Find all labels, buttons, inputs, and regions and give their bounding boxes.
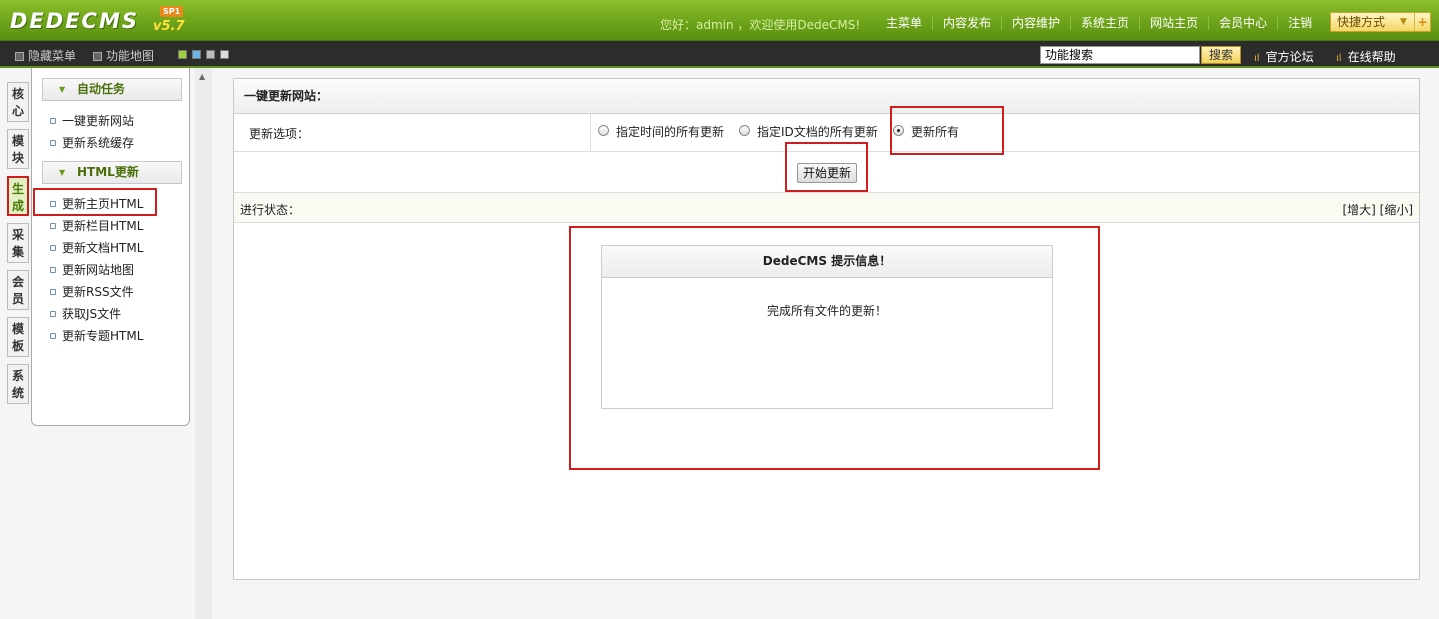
radio-id-updates[interactable]: 指定ID文档的所有更新: [739, 123, 878, 140]
bullet-icon: [50, 223, 56, 229]
highlight-box: [785, 142, 868, 192]
nav-logout[interactable]: 注销: [1277, 16, 1322, 30]
group-html-update[interactable]: ▼ HTML更新: [42, 161, 182, 184]
left-menu-panel: ▼ 自动任务 一键更新网站 更新系统缓存 ▼ HTML更新 更新主页HTML 更新栏…: [31, 68, 190, 426]
menu-item-update-sitemap[interactable]: 更新网站地图: [50, 261, 134, 278]
theme-swatch-blue[interactable]: [192, 50, 201, 59]
menu-item-label: 更新专题HTML: [62, 329, 144, 343]
scroll-up-arrow-icon[interactable]: ▲: [199, 72, 205, 81]
online-help-link[interactable]: ıl 在线帮助: [1336, 48, 1396, 65]
nav-content-publish[interactable]: 内容发布: [932, 16, 1001, 30]
group-title: 自动任务: [77, 82, 126, 96]
menu-item-label: 更新系统缓存: [62, 136, 135, 150]
signal-icon: ıl: [1336, 53, 1342, 64]
menu-item-label: 更新网站地图: [62, 263, 135, 277]
sub-toolbar: 隐藏菜单 功能地图 功能搜索 搜索 ıl 官方论坛 ıl 在线帮助: [0, 41, 1439, 68]
menu-item-update-rss[interactable]: 更新RSS文件: [50, 283, 134, 300]
top-nav: 主菜单 内容发布 内容维护 系统主页 网站主页 会员中心 注销: [876, 16, 1322, 30]
bullet-icon: [50, 289, 56, 295]
page-title: 一键更新网站：: [234, 79, 1419, 114]
bullet-icon: [50, 118, 56, 124]
official-forum-link[interactable]: ıl 官方论坛: [1254, 48, 1314, 65]
panel-icon: [15, 52, 24, 61]
function-map-label: 功能地图: [106, 49, 155, 63]
online-help-label: 在线帮助: [1347, 50, 1396, 64]
nav-content-maintain[interactable]: 内容维护: [1001, 16, 1070, 30]
radio-circle[interactable]: [739, 125, 750, 136]
group-title: HTML更新: [77, 165, 139, 179]
menu-item-label: 一键更新网站: [62, 114, 135, 128]
bullet-icon: [50, 267, 56, 273]
tab-module[interactable]: 模块: [7, 129, 29, 169]
bullet-icon: [50, 333, 56, 339]
status-label: 进行状态：: [240, 203, 301, 217]
menu-item-update-doc-html[interactable]: 更新文档HTML: [50, 239, 143, 256]
theme-swatch-gray[interactable]: [206, 50, 215, 59]
menu-item-label: 更新RSS文件: [62, 285, 134, 299]
version-label: v5.7: [153, 19, 185, 34]
menu-item-update-cache[interactable]: 更新系统缓存: [50, 134, 134, 151]
theme-swatch-green[interactable]: [178, 50, 187, 59]
top-header: DEDECMS SP1 v5.7 您好：admin ，欢迎使用DedeCMS! …: [0, 0, 1439, 41]
menu-item-label: 更新文档HTML: [62, 241, 144, 255]
collapse-triangle-icon: ▼: [59, 85, 66, 94]
module-tabs: 核心 模块 生成 采集 会员 模板 系统: [7, 82, 29, 411]
sp-badge: SP1: [160, 6, 184, 17]
official-forum-label: 官方论坛: [1265, 50, 1314, 64]
zoom-controls[interactable]: [增大] [缩小]: [1342, 201, 1413, 218]
greeting-text: 您好：admin ，欢迎使用DedeCMS!: [660, 18, 861, 32]
nav-member-center[interactable]: 会员中心: [1208, 16, 1277, 30]
bullet-icon: [50, 140, 56, 146]
highlight-box: [569, 226, 1100, 470]
nav-site-home[interactable]: 网站主页: [1139, 16, 1208, 30]
function-map-button[interactable]: 功能地图: [93, 47, 154, 64]
tab-member[interactable]: 会员: [7, 270, 29, 310]
radio-label: 指定时间的所有更新: [616, 125, 725, 139]
radio-time-updates[interactable]: 指定时间的所有更新: [598, 123, 724, 140]
radio-circle[interactable]: [598, 125, 609, 136]
quick-access-label: 快捷方式: [1337, 15, 1386, 29]
plus-icon[interactable]: +: [1414, 13, 1430, 31]
status-row: 进行状态： [增大] [缩小]: [234, 193, 1419, 223]
menu-item-label: 更新栏目HTML: [62, 219, 144, 233]
quick-access-dropdown[interactable]: 快捷方式 ▼ +: [1330, 12, 1431, 32]
search-button[interactable]: 搜索: [1201, 46, 1241, 64]
tab-system[interactable]: 系统: [7, 364, 29, 404]
menu-item-update-column-html[interactable]: 更新栏目HTML: [50, 217, 143, 234]
theme-swatch-light[interactable]: [220, 50, 229, 59]
logo: DEDECMS: [10, 9, 139, 33]
nav-system-home[interactable]: 系统主页: [1070, 16, 1139, 30]
menu-item-update-site[interactable]: 一键更新网站: [50, 112, 134, 129]
divider: [590, 114, 591, 152]
function-search-input[interactable]: 功能搜索: [1040, 46, 1200, 64]
highlight-box: [33, 188, 157, 216]
bullet-icon: [50, 245, 56, 251]
nav-main-menu[interactable]: 主菜单: [876, 16, 932, 30]
tab-template[interactable]: 模板: [7, 317, 29, 357]
collapse-triangle-icon: ▼: [59, 168, 66, 177]
tab-collect[interactable]: 采集: [7, 223, 29, 263]
tab-core[interactable]: 核心: [7, 82, 29, 122]
tab-generate[interactable]: 生成: [7, 176, 29, 216]
radio-label: 指定ID文档的所有更新: [757, 125, 878, 139]
highlight-box: [890, 106, 1004, 155]
menu-scrollbar[interactable]: ▲: [195, 68, 212, 619]
signal-icon: ıl: [1254, 53, 1260, 64]
chevron-down-icon: ▼: [1400, 17, 1407, 27]
menu-item-get-js[interactable]: 获取JS文件: [50, 305, 121, 322]
bullet-icon: [50, 311, 56, 317]
hide-menu-label: 隐藏菜单: [28, 49, 77, 63]
group-auto-tasks[interactable]: ▼ 自动任务: [42, 78, 182, 101]
options-label: 更新选项：: [249, 127, 310, 141]
grid-icon: [93, 52, 102, 61]
menu-item-update-topic-html[interactable]: 更新专题HTML: [50, 327, 143, 344]
menu-item-label: 获取JS文件: [62, 307, 122, 321]
hide-menu-button[interactable]: 隐藏菜单: [15, 47, 76, 64]
